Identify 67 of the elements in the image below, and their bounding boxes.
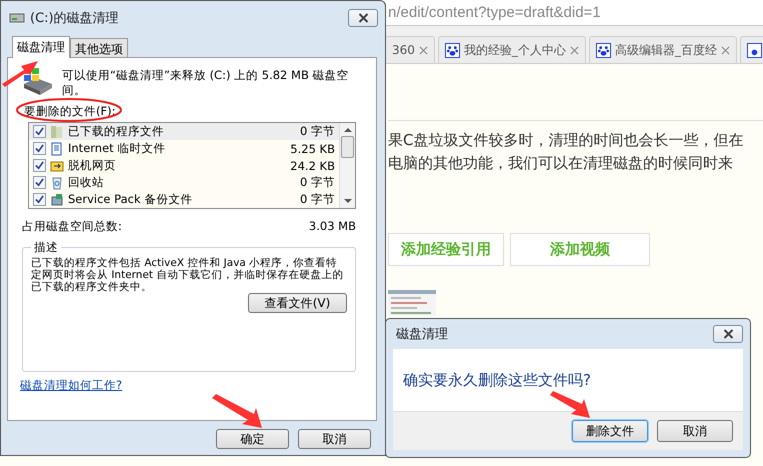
- drive-icon: [9, 12, 25, 24]
- file-row[interactable]: 脱机网页 24.2 KB: [29, 157, 339, 174]
- file-size: 24.2 KB: [290, 158, 335, 172]
- file-size: 0 字节: [300, 124, 335, 139]
- close-button[interactable]: [348, 9, 378, 27]
- file-name: Service Pack 备份文件: [68, 192, 194, 207]
- file-name: 脱机网页: [68, 158, 117, 173]
- dialog-button[interactable]: 确定: [216, 429, 289, 449]
- total-label: 占用磁盘空间总数:: [22, 219, 122, 234]
- scroll-thumb[interactable]: [341, 136, 354, 158]
- file-row[interactable]: 已下载的程序文件 0 字节: [29, 123, 339, 140]
- tab[interactable]: 其他选项: [70, 38, 128, 57]
- window-title: (C:)的磁盘清理: [30, 10, 119, 27]
- folder-icon: [50, 124, 64, 138]
- url-text: n/edit/content?type=draft&did=1: [387, 4, 601, 21]
- file-name: Internet 临时文件: [68, 141, 166, 156]
- checkbox[interactable]: [33, 193, 46, 206]
- total-value: 3.03 MB: [308, 219, 356, 234]
- paragraph-line: 果C盘垃圾文件较多时，清理的时间也会长一些，但在: [388, 130, 744, 151]
- browser-tab[interactable]: 360: [385, 36, 435, 63]
- file-size: 0 字节: [300, 175, 335, 190]
- browser-tab[interactable]: 我的经验_个人中心: [438, 36, 586, 63]
- tab-title: 我的经验_个人中心: [464, 42, 566, 58]
- up-arrow-icon[interactable]: [344, 127, 352, 132]
- file-size: 5.25 KB: [290, 142, 335, 156]
- close-icon: [356, 13, 370, 23]
- paw-icon: [444, 42, 460, 58]
- recycle-bin-icon: [50, 176, 64, 190]
- checkbox[interactable]: [33, 176, 46, 189]
- close-icon[interactable]: [720, 46, 730, 54]
- checkbox[interactable]: [33, 125, 46, 138]
- paw-icon: [596, 42, 611, 58]
- view-files-button[interactable]: 查看文件(V): [248, 293, 347, 313]
- file-row[interactable]: Internet 临时文件 5.25 KB: [29, 140, 339, 157]
- tab-title: 360: [392, 43, 415, 57]
- address-bar[interactable]: n/edit/content?type=draft&did=1: [385, 0, 763, 26]
- down-arrow-icon[interactable]: [344, 199, 352, 204]
- window-title: 磁盘清理: [396, 326, 448, 343]
- intro-text: 可以使用“磁盘清理”来释放 (C:) 上的 5.82 MB 磁盘空间。: [62, 67, 350, 98]
- checkbox[interactable]: [33, 159, 46, 172]
- tab-title: 高级编辑器_百度经: [614, 42, 717, 58]
- paragraph-line: 电脑的其他功能，我们可以在清理磁盘的时候同时来: [388, 153, 734, 174]
- folder-icon: [50, 158, 64, 172]
- file-name: 已下载的程序文件: [68, 124, 165, 139]
- file-row[interactable]: 回收站 0 字节: [29, 174, 339, 191]
- dialog-button[interactable]: 取消: [298, 429, 371, 449]
- files-label: 要删除的文件(F):: [23, 104, 116, 119]
- close-icon[interactable]: [570, 46, 579, 54]
- group-title: 描述: [33, 240, 59, 255]
- description-text: 已下载的程序文件包括 ActiveX 控件和 Java 小程序，你查看特定网页时将会从 Internet 自动下载它们，并临时保存在硬盘上的已下载的程序文件夹中。: [31, 257, 344, 293]
- browser-tab[interactable]: 高级编辑器_百度经: [588, 36, 737, 63]
- close-button[interactable]: [713, 325, 743, 343]
- file-size: 0 字节: [300, 192, 335, 207]
- file-row[interactable]: Service Pack 备份文件 0 字节: [29, 191, 339, 208]
- close-icon[interactable]: [418, 46, 428, 54]
- checkbox[interactable]: [33, 142, 46, 155]
- help-link[interactable]: 磁盘清理如何工作?: [20, 378, 122, 393]
- package-icon: [50, 192, 64, 206]
- tab[interactable]: 磁盘清理: [12, 36, 70, 58]
- scrollbar[interactable]: [339, 123, 355, 208]
- paw-icon: [746, 42, 762, 58]
- document-icon: [50, 142, 64, 156]
- dialog-button[interactable]: 删除文件: [572, 420, 648, 442]
- file-name: 回收站: [68, 175, 105, 190]
- close-icon: [722, 329, 734, 339]
- dialog-button[interactable]: 取消: [657, 420, 733, 442]
- confirm-message: 确实要永久删除这些文件吗?: [403, 370, 591, 390]
